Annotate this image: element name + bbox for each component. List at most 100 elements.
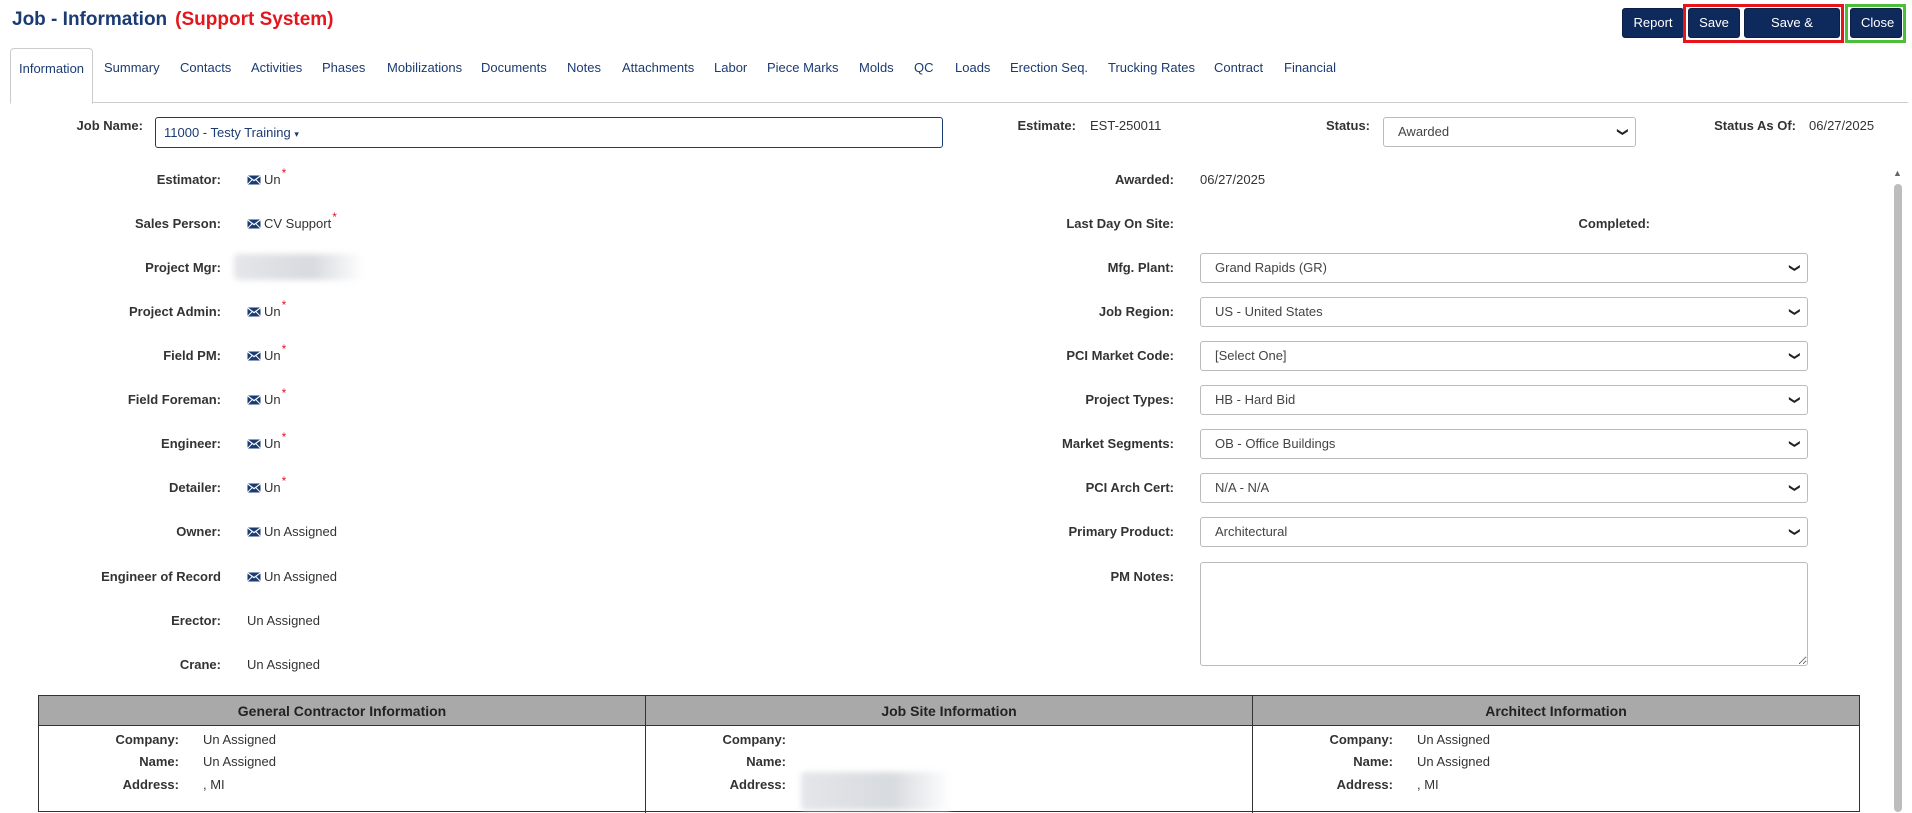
tab-financial[interactable]: Financial (1284, 48, 1336, 103)
chevron-down-icon: ❯ (1788, 395, 1801, 405)
name-value: Un Assigned (203, 754, 276, 769)
dropdown-select[interactable]: OB - Office Buildings ❯ (1200, 429, 1808, 459)
dropdown-select[interactable]: [Select One] ❯ (1200, 341, 1808, 371)
email-icon[interactable] (247, 172, 264, 187)
status-as-of-value: 06/27/2025 (1809, 118, 1875, 133)
pm-notes-textarea[interactable] (1200, 562, 1808, 666)
field-label: Erector: (171, 613, 221, 628)
tab-attachments[interactable]: Attachments (622, 48, 694, 103)
dropdown-select[interactable]: US - United States ❯ (1200, 297, 1808, 327)
close-highlight-box (1845, 4, 1906, 43)
status-select-value: Awarded (1398, 124, 1450, 139)
dropdown-value: N/A - N/A (1215, 480, 1270, 495)
tab-notes[interactable]: Notes (567, 48, 601, 103)
field-value[interactable]: Un Assigned (247, 569, 337, 584)
email-icon[interactable] (247, 304, 264, 319)
field-value-text: Un (264, 392, 281, 407)
field-value-text: Un (264, 304, 281, 319)
dropdown-select[interactable]: HB - Hard Bid ❯ (1200, 385, 1808, 415)
field-value[interactable]: Un* (247, 166, 286, 187)
status-select[interactable]: Awarded ❯ (1383, 117, 1636, 147)
report-button[interactable]: Report (1622, 8, 1684, 38)
dropdown-value: OB - Office Buildings (1215, 436, 1336, 451)
field-value[interactable]: Un* (247, 298, 286, 319)
email-icon[interactable] (247, 216, 264, 231)
field-value[interactable]: Un* (247, 342, 286, 363)
tab-labor[interactable]: Labor (714, 48, 747, 103)
job-name-selector[interactable]: 11000 - Testy Training ▾ (155, 117, 943, 148)
scrollbar[interactable]: ▲ (1892, 168, 1904, 812)
email-icon[interactable] (247, 348, 264, 363)
field-value-text: Un Assigned (264, 569, 337, 584)
dropdown-value: US - United States (1215, 304, 1323, 319)
field-value[interactable]: Un* (247, 386, 286, 407)
required-asterisk: * (281, 386, 287, 400)
chevron-down-icon: ❯ (1616, 127, 1629, 137)
field-value[interactable]: Un Assigned (247, 657, 320, 672)
dropdown-select[interactable]: Architectural ❯ (1200, 517, 1808, 547)
field-value-text: CV Support (264, 216, 332, 231)
name-label: Name: (139, 754, 179, 769)
field-label: Crane: (179, 657, 221, 672)
tab-summary[interactable]: Summary (104, 48, 160, 103)
last-day-on-site-label: Last Day On Site: (1066, 216, 1174, 231)
field-label: Project Mgr: (145, 260, 221, 275)
field-value-text: Un Assigned (264, 524, 337, 539)
email-icon[interactable] (247, 480, 264, 495)
field-label: Estimator: (156, 172, 221, 187)
select-label: Primary Product: (1068, 524, 1174, 539)
field-value-text: Un (264, 436, 281, 451)
tab-documents[interactable]: Documents (481, 48, 547, 103)
tab-loads[interactable]: Loads (955, 48, 990, 103)
tab-piece-marks[interactable]: Piece Marks (767, 48, 839, 103)
project-mgr-redacted (234, 254, 364, 280)
tab-phases[interactable]: Phases (322, 48, 365, 103)
tab-contract[interactable]: Contract (1214, 48, 1263, 103)
tab-qc[interactable]: QC (914, 48, 934, 103)
scroll-up-arrow-icon[interactable]: ▲ (1893, 168, 1902, 178)
field-value-text: Un (264, 480, 281, 495)
company-label: Company: (1329, 732, 1393, 747)
status-label: Status: (1325, 118, 1370, 133)
company-value: Un Assigned (1417, 732, 1490, 747)
field-value[interactable]: Un Assigned (247, 613, 320, 628)
save-highlight-box (1683, 4, 1844, 43)
field-label: Owner: (176, 524, 221, 539)
tab-mobilizations[interactable]: Mobilizations (387, 48, 462, 103)
scrollbar-thumb[interactable] (1894, 184, 1902, 812)
completed-label: Completed: (1578, 216, 1651, 231)
email-icon[interactable] (247, 436, 264, 451)
dropdown-value: Architectural (1215, 524, 1288, 539)
name-label: Name: (746, 754, 786, 769)
field-value[interactable]: Un* (247, 474, 286, 495)
job-name-value: 11000 - Testy Training (164, 125, 291, 140)
chevron-down-icon: ❯ (1788, 307, 1801, 317)
select-label: Project Types: (1085, 392, 1174, 407)
field-value[interactable]: Un Assigned (247, 524, 337, 539)
page-title: Job - Information (Support System) (12, 9, 334, 31)
field-value[interactable]: CV Support* (247, 210, 337, 231)
select-label: Job Region: (1098, 304, 1174, 319)
job-site-section: Job Site Information Company: Name: Addr… (646, 696, 1253, 813)
chevron-down-icon: ❯ (1788, 263, 1801, 273)
field-value[interactable]: Un* (247, 430, 286, 451)
tab-erection-seq[interactable]: Erection Seq. (1010, 48, 1088, 103)
field-label: Detailer: (168, 480, 221, 495)
required-asterisk: * (281, 166, 287, 180)
address-label: Address: (729, 777, 786, 792)
tab-molds[interactable]: Molds (859, 48, 894, 103)
dropdown-select[interactable]: N/A - N/A ❯ (1200, 473, 1808, 503)
dropdown-select[interactable]: Grand Rapids (GR) ❯ (1200, 253, 1808, 283)
tab-activities[interactable]: Activities (251, 48, 302, 103)
tab-information[interactable]: Information (10, 48, 94, 104)
general-contractor-section: General Contractor Information Company: U… (39, 696, 646, 813)
tab-trucking-rates[interactable]: Trucking Rates (1108, 48, 1195, 103)
address-value: , MI (203, 777, 225, 792)
dropdown-value: Grand Rapids (GR) (1215, 260, 1327, 275)
required-asterisk: * (281, 298, 287, 312)
email-icon[interactable] (247, 392, 264, 407)
email-icon[interactable] (247, 569, 264, 584)
required-asterisk: * (281, 342, 287, 356)
email-icon[interactable] (247, 524, 264, 539)
tab-contacts[interactable]: Contacts (180, 48, 231, 103)
